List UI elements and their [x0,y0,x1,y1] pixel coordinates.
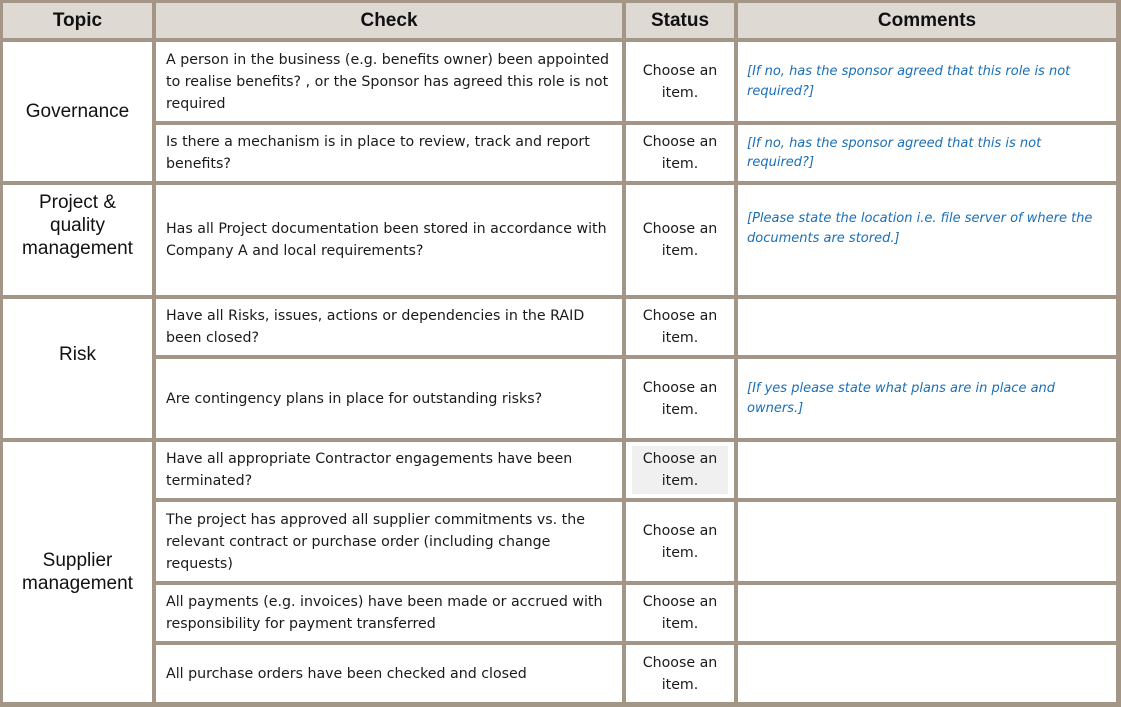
status-dropdown[interactable]: Choose an item. [626,359,734,438]
check-text: Have all Risks, issues, actions or depen… [156,299,622,355]
table-row: Is there a mechanism is in place to revi… [3,125,1116,181]
table-row: Governance A person in the business (e.g… [3,42,1116,181]
table-row: Project & quality management Has all Pro… [3,185,1116,295]
comment-field[interactable] [738,645,1116,702]
status-value[interactable]: Choose an item. [631,520,729,564]
comment-field[interactable]: [Please state the location i.e. file ser… [738,185,1116,295]
status-dropdown[interactable]: Choose an item. [626,185,734,295]
status-value-focused[interactable]: Choose an item. [632,446,728,494]
status-value[interactable]: Choose an item. [631,591,729,635]
table-row: Are contingency plans in place for outst… [3,359,1116,438]
status-value[interactable]: Choose an item. [631,131,729,175]
status-value[interactable]: Choose an item. [631,377,729,421]
header-topic: Topic [3,3,152,38]
check-text: Are contingency plans in place for outst… [156,359,622,438]
topic-supplier: Supplier management [3,442,152,702]
check-text: Have all appropriate Contractor engageme… [156,442,622,498]
check-text: Is there a mechanism is in place to revi… [156,125,622,181]
topic-governance: Governance [3,42,152,181]
checklist-table: Topic Check Status Comments Governance A… [0,0,1120,706]
status-value[interactable]: Choose an item. [631,652,729,696]
header-status: Status [626,3,734,38]
comment-field[interactable] [738,299,1116,355]
comment-field[interactable]: [If no, has the sponsor agreed that this… [738,42,1116,121]
status-value[interactable]: Choose an item. [631,60,729,104]
topic-risk: Risk [3,299,152,438]
table-row: All payments (e.g. invoices) have been m… [3,585,1116,641]
status-value[interactable]: Choose an item. [631,305,729,349]
status-dropdown[interactable]: Choose an item. [626,442,734,498]
table-row: The project has approved all supplier co… [3,502,1116,581]
status-dropdown[interactable]: Choose an item. [626,42,734,121]
status-value[interactable]: Choose an item. [631,218,729,262]
status-dropdown[interactable]: Choose an item. [626,502,734,581]
comment-field[interactable] [738,502,1116,581]
check-text: All purchase orders have been checked an… [156,645,622,702]
check-text: The project has approved all supplier co… [156,502,622,581]
comment-field[interactable] [738,585,1116,641]
status-dropdown[interactable]: Choose an item. [626,645,734,702]
table-row: Supplier management Have all appropriate… [3,442,1116,702]
comment-field[interactable]: [If yes please state what plans are in p… [738,359,1116,438]
table-row: Risk Have all Risks, issues, actions or … [3,299,1116,438]
topic-label: Project & quality management [22,192,133,259]
table-row: All purchase orders have been checked an… [3,645,1116,702]
status-dropdown[interactable]: Choose an item. [626,125,734,181]
check-text: Has all Project documentation been store… [156,185,622,295]
status-dropdown[interactable]: Choose an item. [626,585,734,641]
status-dropdown[interactable]: Choose an item. [626,299,734,355]
header-check: Check [156,3,622,38]
comment-field[interactable] [738,442,1116,498]
topic-label: Supplier management [22,550,133,594]
check-text: All payments (e.g. invoices) have been m… [156,585,622,641]
comment-field[interactable]: [If no, has the sponsor agreed that this… [738,125,1116,181]
topic-project-quality: Project & quality management [3,185,152,295]
check-text: A person in the business (e.g. benefits … [156,42,622,121]
topic-label: Risk [59,344,96,365]
header-row: Topic Check Status Comments [3,3,1116,38]
header-comments: Comments [738,3,1116,38]
